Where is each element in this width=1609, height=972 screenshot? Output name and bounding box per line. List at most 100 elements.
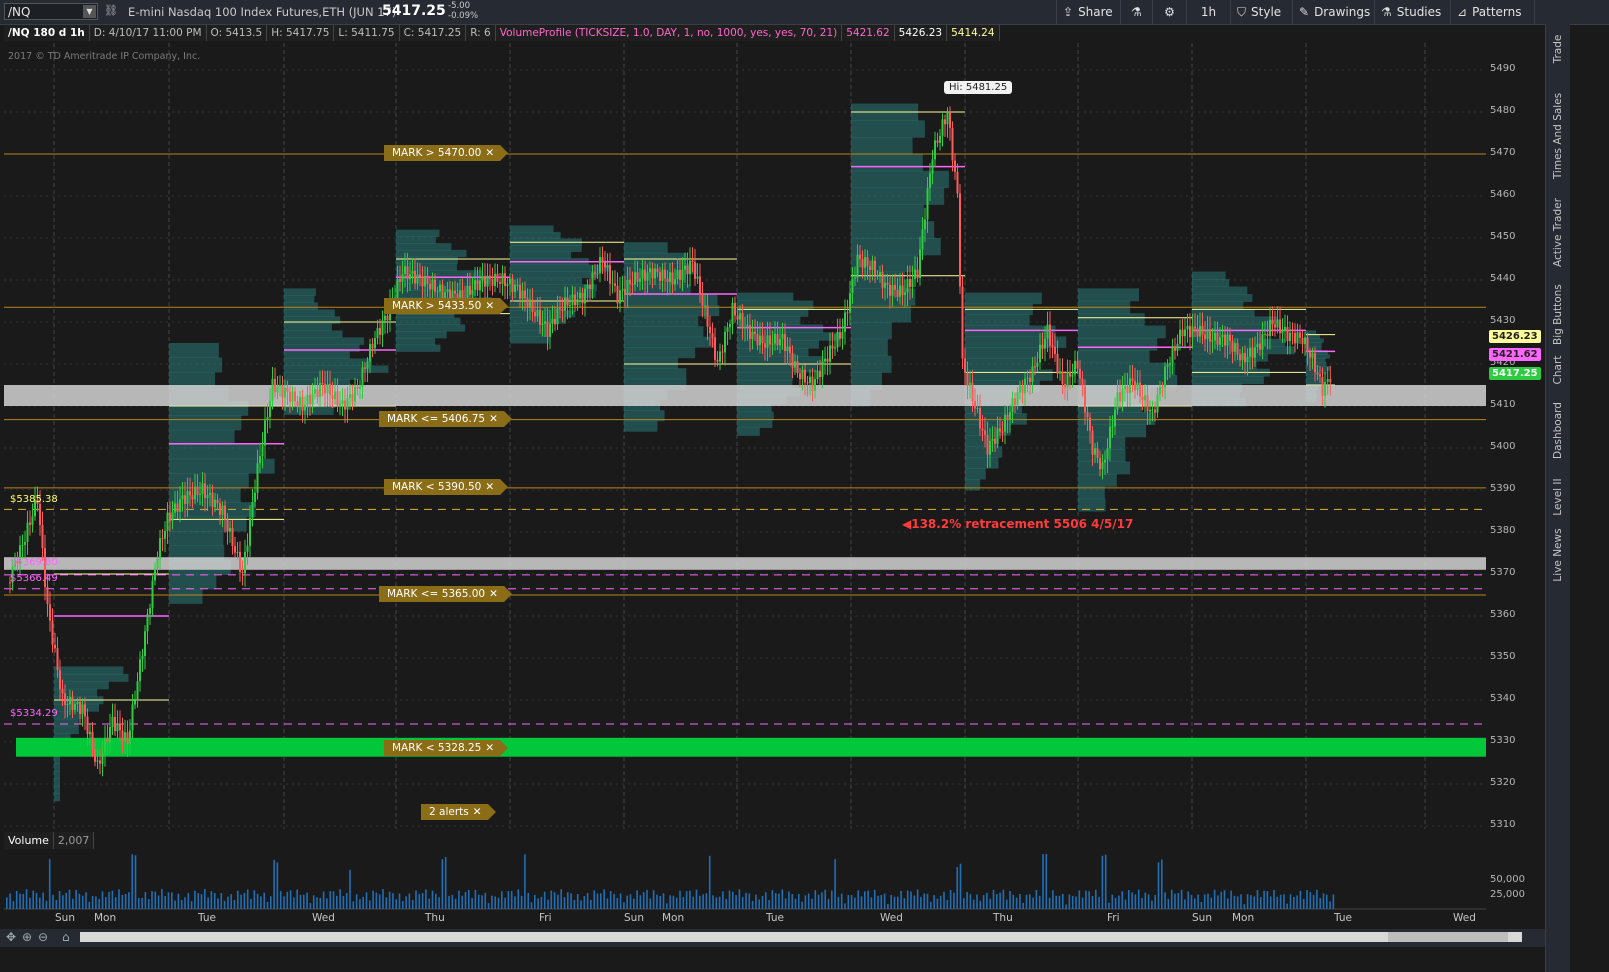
price-alert-mark[interactable]: MARK <= 5365.00 ✕ — [379, 586, 512, 602]
volume-profile-bar — [1192, 376, 1264, 385]
candle — [779, 338, 781, 346]
candle — [84, 704, 86, 717]
side-tab-level-ii[interactable]: Level II — [1546, 478, 1570, 517]
volume-bar — [415, 890, 417, 909]
settings-button[interactable]: ⚙ — [1152, 0, 1186, 24]
volume-bar — [1111, 894, 1114, 909]
candle — [279, 384, 281, 387]
candle — [446, 289, 449, 293]
symbol-input[interactable]: /NQ ▼ — [4, 3, 98, 20]
candle — [269, 400, 271, 417]
zoom-out-icon[interactable]: ⊖ — [38, 930, 48, 944]
close-icon[interactable]: ✕ — [485, 481, 494, 493]
candle — [704, 305, 706, 307]
close-icon[interactable]: ✕ — [485, 147, 494, 159]
candle — [439, 284, 441, 292]
volume-profile-bar — [396, 236, 436, 244]
candle — [1224, 334, 1226, 346]
candle — [794, 361, 796, 368]
close-icon[interactable]: ✕ — [485, 300, 494, 312]
close-icon[interactable]: ✕ — [473, 806, 482, 818]
horizontal-scrollbar[interactable] — [80, 932, 1522, 942]
volume-bar — [708, 855, 711, 909]
candle — [536, 309, 539, 317]
chevron-down-icon[interactable]: ▼ — [83, 5, 96, 18]
close-icon[interactable]: ✕ — [489, 588, 498, 600]
candle — [1126, 386, 1129, 393]
price-alert-mark[interactable]: MARK < 5328.25 ✕ — [384, 740, 509, 756]
volume-profile-bar — [965, 413, 1027, 425]
side-tab-trade[interactable]: Trade — [1546, 32, 1570, 68]
volume-bar — [217, 898, 219, 909]
side-tab-times-and-sales[interactable]: Times And Sales — [1546, 82, 1570, 192]
style-button[interactable]: ⛉ Style — [1230, 0, 1292, 24]
volume-bar — [913, 895, 916, 909]
scrollbar-thumb[interactable] — [1388, 932, 1508, 942]
close-icon[interactable]: ✕ — [485, 742, 494, 754]
volume-profile-bar — [1192, 294, 1253, 302]
volume-profile-bar — [169, 574, 217, 590]
study-label[interactable]: VolumeProfile (TICKSIZE, 1.0, DAY, 1, no… — [495, 25, 843, 41]
volume-profile-bar — [737, 371, 793, 381]
more-button[interactable] — [1534, 0, 1547, 24]
volume-bar — [161, 889, 163, 909]
reset-icon[interactable]: ⌂ — [62, 930, 70, 944]
mark-label: MARK > 5433.50 — [392, 300, 482, 312]
side-tab-active-trader[interactable]: Active Trader — [1546, 198, 1570, 268]
volume-bar — [897, 896, 899, 909]
top-toolbar: /NQ ▼ ⛓ E-mini Nasdaq 100 Index Futures,E… — [0, 0, 1609, 25]
candle — [519, 284, 521, 299]
time-tick: Sun — [55, 912, 75, 924]
share-button[interactable]: ⇪ Share — [1056, 0, 1120, 24]
price-tick: 5380 — [1490, 525, 1516, 536]
link-icon[interactable]: ⛓ — [104, 4, 118, 20]
price-alert-mark[interactable]: MARK > 5470.00 ✕ — [384, 145, 509, 161]
price-alert-mark[interactable]: MARK < 5390.50 ✕ — [384, 479, 509, 495]
candle — [1119, 392, 1121, 402]
zoom-in-icon[interactable]: ⊕ — [22, 930, 32, 944]
volume-bar — [246, 889, 249, 909]
volume-chart[interactable] — [4, 850, 1486, 910]
side-tab-live-news[interactable]: Live News — [1546, 528, 1570, 583]
candle — [1314, 353, 1316, 373]
volume-bar — [454, 898, 457, 909]
candle — [59, 670, 61, 690]
candle — [189, 491, 191, 496]
volume-bar — [1220, 891, 1222, 909]
timeframe-button[interactable]: 1h — [1186, 0, 1230, 24]
volume-bar — [52, 894, 54, 909]
volume-profile-bar — [510, 251, 572, 259]
volume-bar — [788, 891, 790, 909]
alerts-badge[interactable]: 2 alerts ✕ — [421, 804, 496, 820]
candle — [136, 681, 139, 701]
volume-bar — [695, 889, 698, 909]
candle — [1239, 354, 1241, 361]
candle — [776, 333, 779, 346]
price-alert-mark[interactable]: MARK > 5433.50 ✕ — [384, 298, 509, 314]
candle — [106, 738, 109, 743]
patterns-button[interactable]: ⊿ Patterns — [1450, 0, 1534, 24]
drawings-button[interactable]: ✎ Drawings — [1292, 0, 1374, 24]
flask-button[interactable]: ⚗ — [1120, 0, 1152, 24]
volume-bar — [854, 897, 856, 909]
side-tab-dashboard[interactable]: Dashboard — [1546, 402, 1570, 460]
side-tab-chart[interactable]: Chart — [1546, 356, 1570, 386]
volume-bar — [147, 899, 150, 909]
volume-profile-bar — [284, 316, 341, 324]
mark-label: MARK <= 5365.00 — [387, 588, 486, 600]
volume-bar — [1124, 899, 1127, 909]
candle — [29, 522, 31, 525]
pan-icon[interactable]: ✥ — [6, 930, 16, 944]
studies-button[interactable]: ⚗ Studies — [1374, 0, 1450, 24]
volume-profile-bar — [396, 317, 461, 325]
time-tick: Thu — [425, 912, 445, 924]
close-icon[interactable]: ✕ — [489, 413, 498, 425]
price-alert-mark[interactable]: MARK <= 5406.75 ✕ — [379, 411, 512, 427]
candle — [666, 278, 669, 282]
volume-profile-bar — [737, 316, 801, 325]
price-chart[interactable] — [4, 43, 1486, 829]
volume-profile-bar — [851, 137, 913, 155]
side-tab-big-buttons[interactable]: Big Buttons — [1546, 284, 1570, 346]
candle — [341, 400, 344, 404]
volume-bar — [1101, 855, 1104, 909]
